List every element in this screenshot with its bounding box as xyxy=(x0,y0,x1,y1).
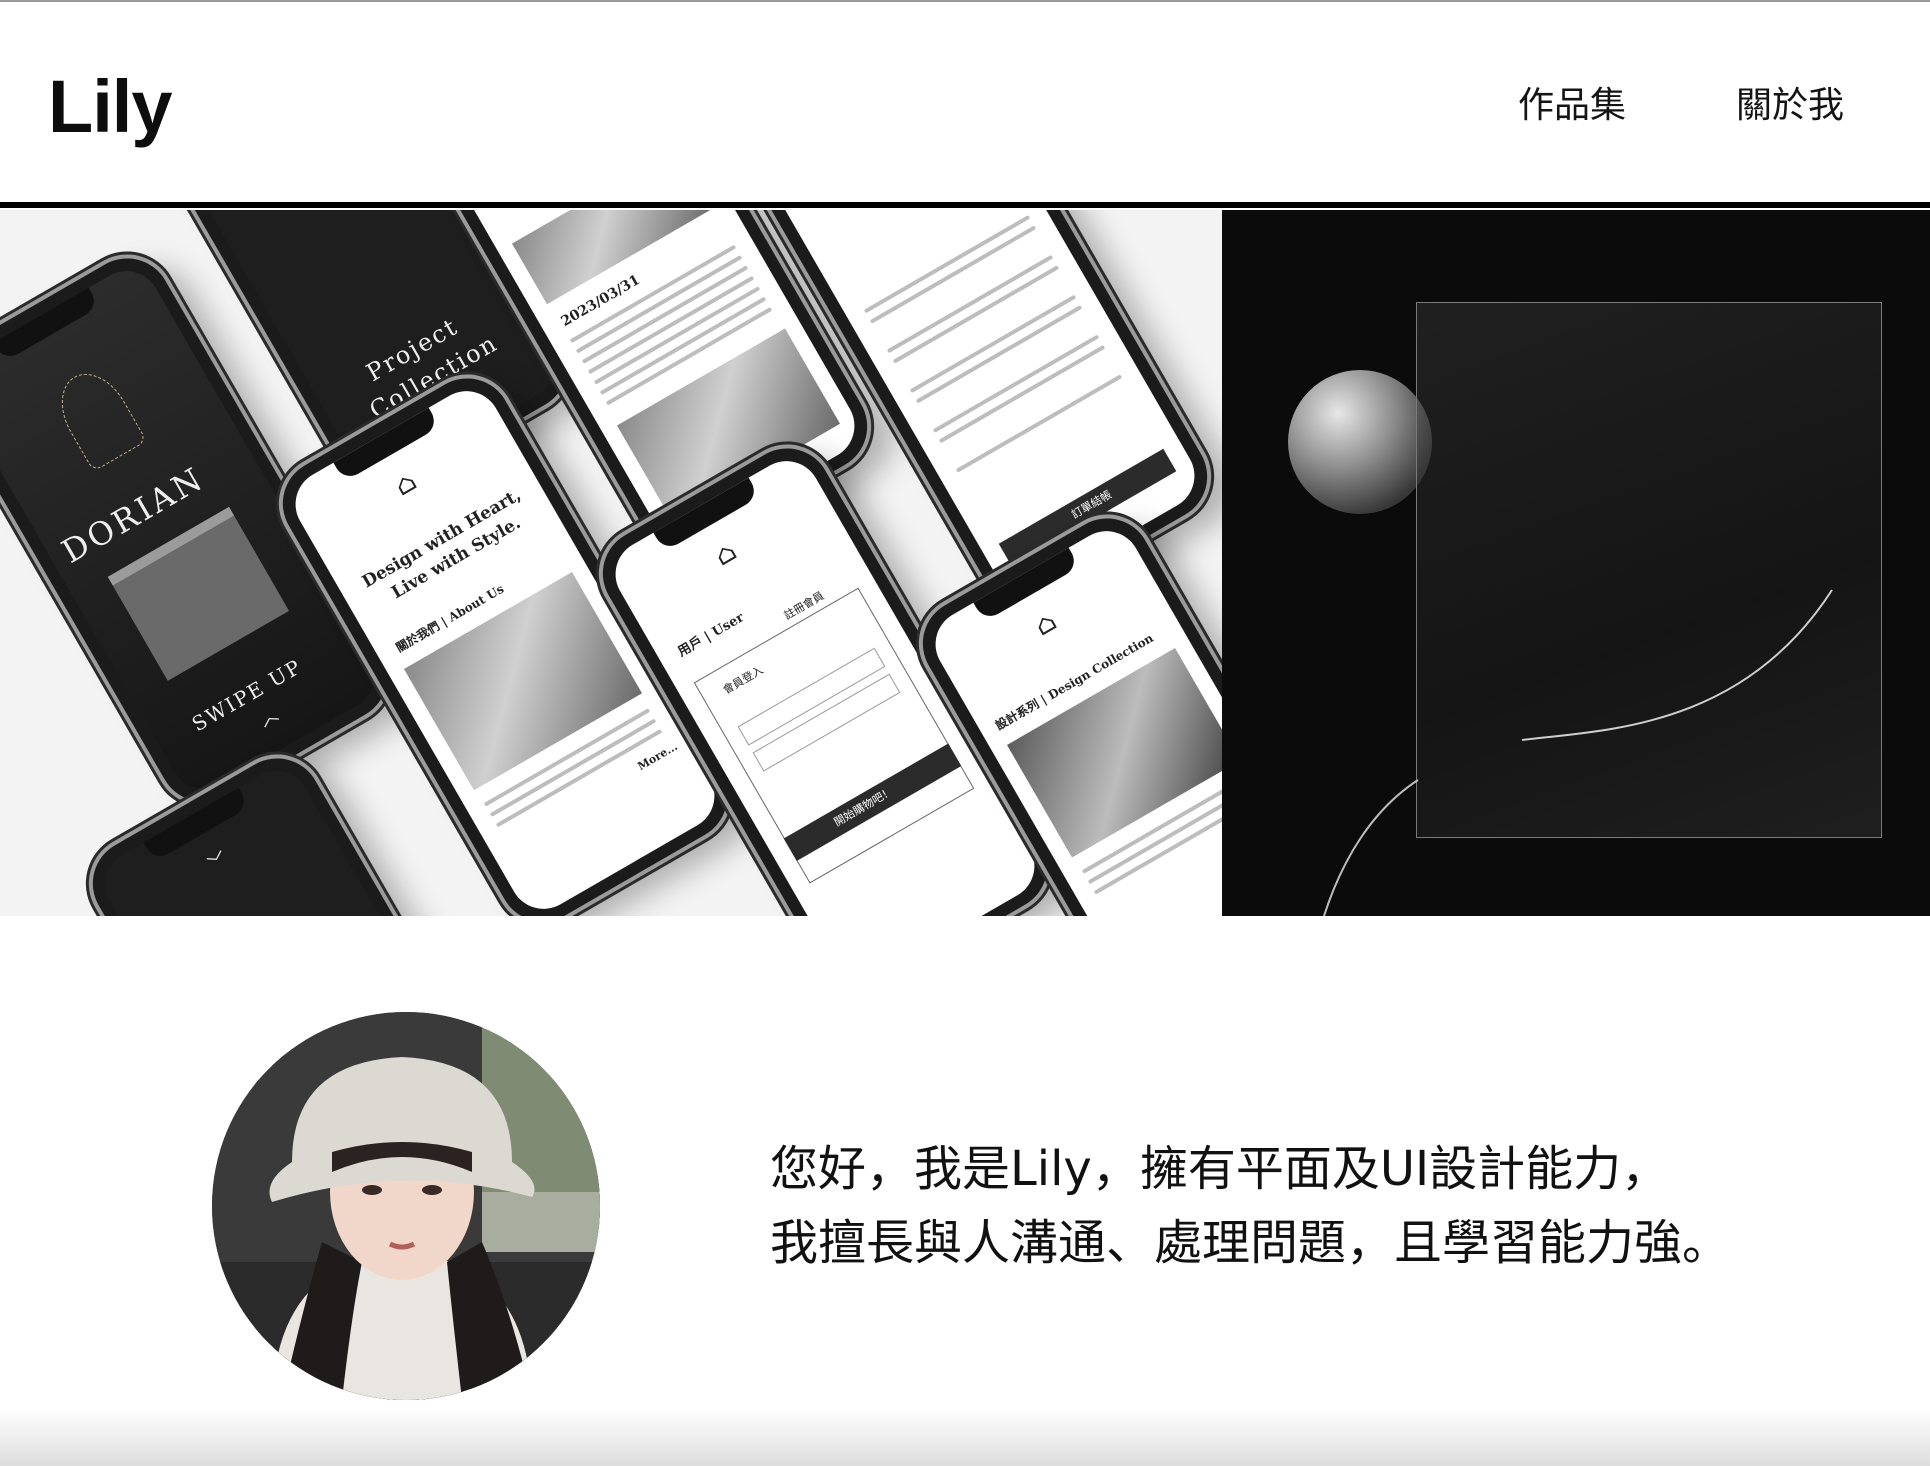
profile-avatar xyxy=(212,1012,600,1400)
nav-about-link[interactable]: 關於我 xyxy=(1736,82,1844,130)
intro-line-1: 您好，我是Lily，擁有平面及UI設計能力， xyxy=(770,1141,1670,1197)
light-curve xyxy=(1323,589,1833,916)
chevron-down-icon: ﹀ xyxy=(205,848,232,877)
user-tab: 用戶 | User xyxy=(675,610,747,660)
browser-viewport: Lily 作品集 關於我 DORIAN SWIPE UP ︿ Project C… xyxy=(0,0,1930,1466)
brand-logo[interactable]: Lily xyxy=(48,62,172,152)
login-logo-icon: ⌂ xyxy=(709,536,742,573)
cart-items xyxy=(863,214,1127,480)
about-section: 您好，我是Lily，擁有平面及UI設計能力， 我擅長與人溝通、處理問題，且學習能… xyxy=(0,916,1930,1466)
header-divider xyxy=(0,202,1930,208)
design-logo-icon: ⌂ xyxy=(1029,606,1062,643)
intro-text: 您好，我是Lily，擁有平面及UI設計能力， 我擅長與人溝通、處理問題，且學習能… xyxy=(770,1132,1870,1280)
site-header: Lily 作品集 關於我 xyxy=(0,4,1930,202)
main-nav: 作品集 關於我 xyxy=(1518,82,1844,130)
home-logo-icon: ⌂ xyxy=(389,466,422,503)
bottom-fade xyxy=(0,1408,1930,1466)
intro-line-2: 我擅長與人溝通、處理問題，且學習能力強。 xyxy=(770,1215,1731,1271)
nav-portfolio-link[interactable]: 作品集 xyxy=(1518,82,1626,130)
hero-banner: DORIAN SWIPE UP ︿ Project Collection ﹀ 2… xyxy=(0,210,1930,916)
abstract-art-image xyxy=(1222,210,1930,916)
phone-mockups-image: DORIAN SWIPE UP ︿ Project Collection ﹀ 2… xyxy=(0,210,1222,916)
